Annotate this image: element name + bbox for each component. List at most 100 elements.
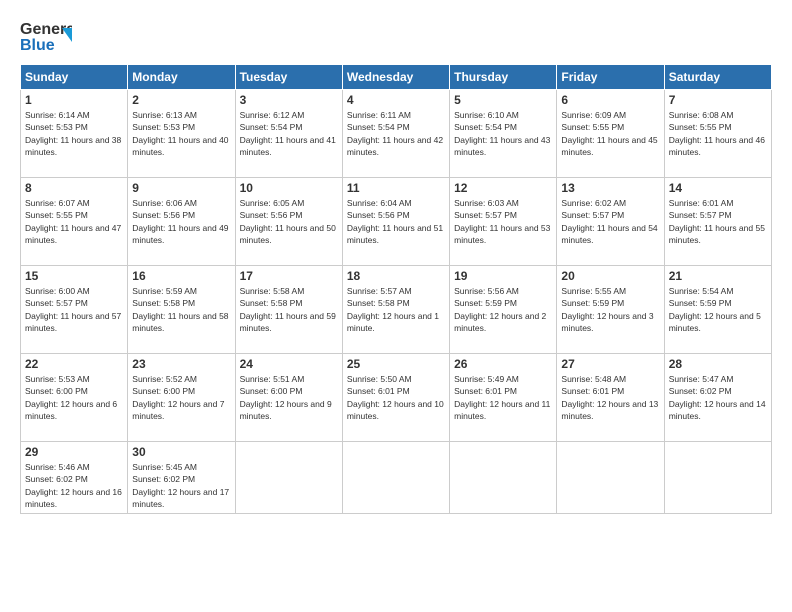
calendar-table: SundayMondayTuesdayWednesdayThursdayFrid… [20, 64, 772, 514]
day-info: Sunrise: 6:10 AMSunset: 5:54 PMDaylight:… [454, 109, 552, 158]
day-number: 8 [25, 181, 123, 195]
day-number: 28 [669, 357, 767, 371]
calendar-cell [664, 442, 771, 514]
day-number: 24 [240, 357, 338, 371]
day-info: Sunrise: 5:47 AMSunset: 6:02 PMDaylight:… [669, 373, 767, 422]
day-number: 3 [240, 93, 338, 107]
calendar-cell: 10 Sunrise: 6:05 AMSunset: 5:56 PMDaylig… [235, 178, 342, 266]
day-number: 7 [669, 93, 767, 107]
calendar-cell: 7 Sunrise: 6:08 AMSunset: 5:55 PMDayligh… [664, 90, 771, 178]
day-number: 11 [347, 181, 445, 195]
day-number: 18 [347, 269, 445, 283]
day-info: Sunrise: 6:14 AMSunset: 5:53 PMDaylight:… [25, 109, 123, 158]
calendar-cell: 15 Sunrise: 6:00 AMSunset: 5:57 PMDaylig… [21, 266, 128, 354]
calendar-cell: 12 Sunrise: 6:03 AMSunset: 5:57 PMDaylig… [450, 178, 557, 266]
weekday-header-sunday: Sunday [21, 65, 128, 90]
day-number: 27 [561, 357, 659, 371]
calendar-cell: 23 Sunrise: 5:52 AMSunset: 6:00 PMDaylig… [128, 354, 235, 442]
calendar-cell: 14 Sunrise: 6:01 AMSunset: 5:57 PMDaylig… [664, 178, 771, 266]
day-info: Sunrise: 5:51 AMSunset: 6:00 PMDaylight:… [240, 373, 338, 422]
day-info: Sunrise: 6:02 AMSunset: 5:57 PMDaylight:… [561, 197, 659, 246]
calendar-cell: 16 Sunrise: 5:59 AMSunset: 5:58 PMDaylig… [128, 266, 235, 354]
day-info: Sunrise: 5:55 AMSunset: 5:59 PMDaylight:… [561, 285, 659, 334]
calendar-cell: 30 Sunrise: 5:45 AMSunset: 6:02 PMDaylig… [128, 442, 235, 514]
day-number: 25 [347, 357, 445, 371]
day-info: Sunrise: 6:12 AMSunset: 5:54 PMDaylight:… [240, 109, 338, 158]
calendar-cell: 5 Sunrise: 6:10 AMSunset: 5:54 PMDayligh… [450, 90, 557, 178]
calendar-cell: 9 Sunrise: 6:06 AMSunset: 5:56 PMDayligh… [128, 178, 235, 266]
day-info: Sunrise: 5:57 AMSunset: 5:58 PMDaylight:… [347, 285, 445, 334]
day-info: Sunrise: 6:09 AMSunset: 5:55 PMDaylight:… [561, 109, 659, 158]
day-info: Sunrise: 6:04 AMSunset: 5:56 PMDaylight:… [347, 197, 445, 246]
day-number: 15 [25, 269, 123, 283]
logo-icon: General Blue [20, 16, 72, 54]
day-info: Sunrise: 6:11 AMSunset: 5:54 PMDaylight:… [347, 109, 445, 158]
page: General Blue SundayMondayTuesdayWednesda… [0, 0, 792, 612]
calendar-cell: 3 Sunrise: 6:12 AMSunset: 5:54 PMDayligh… [235, 90, 342, 178]
calendar-cell: 19 Sunrise: 5:56 AMSunset: 5:59 PMDaylig… [450, 266, 557, 354]
day-info: Sunrise: 6:01 AMSunset: 5:57 PMDaylight:… [669, 197, 767, 246]
calendar-cell: 26 Sunrise: 5:49 AMSunset: 6:01 PMDaylig… [450, 354, 557, 442]
day-info: Sunrise: 5:46 AMSunset: 6:02 PMDaylight:… [25, 461, 123, 510]
day-info: Sunrise: 5:58 AMSunset: 5:58 PMDaylight:… [240, 285, 338, 334]
day-info: Sunrise: 6:06 AMSunset: 5:56 PMDaylight:… [132, 197, 230, 246]
header: General Blue [20, 16, 772, 54]
day-number: 1 [25, 93, 123, 107]
day-info: Sunrise: 6:00 AMSunset: 5:57 PMDaylight:… [25, 285, 123, 334]
day-info: Sunrise: 5:53 AMSunset: 6:00 PMDaylight:… [25, 373, 123, 422]
day-info: Sunrise: 5:54 AMSunset: 5:59 PMDaylight:… [669, 285, 767, 334]
calendar-cell: 13 Sunrise: 6:02 AMSunset: 5:57 PMDaylig… [557, 178, 664, 266]
day-number: 6 [561, 93, 659, 107]
day-number: 17 [240, 269, 338, 283]
day-info: Sunrise: 6:07 AMSunset: 5:55 PMDaylight:… [25, 197, 123, 246]
day-info: Sunrise: 5:52 AMSunset: 6:00 PMDaylight:… [132, 373, 230, 422]
calendar-cell: 21 Sunrise: 5:54 AMSunset: 5:59 PMDaylig… [664, 266, 771, 354]
day-info: Sunrise: 5:56 AMSunset: 5:59 PMDaylight:… [454, 285, 552, 334]
calendar-cell [557, 442, 664, 514]
day-info: Sunrise: 6:05 AMSunset: 5:56 PMDaylight:… [240, 197, 338, 246]
calendar-cell: 24 Sunrise: 5:51 AMSunset: 6:00 PMDaylig… [235, 354, 342, 442]
day-number: 26 [454, 357, 552, 371]
calendar-cell: 25 Sunrise: 5:50 AMSunset: 6:01 PMDaylig… [342, 354, 449, 442]
day-info: Sunrise: 6:08 AMSunset: 5:55 PMDaylight:… [669, 109, 767, 158]
day-number: 30 [132, 445, 230, 459]
day-info: Sunrise: 6:03 AMSunset: 5:57 PMDaylight:… [454, 197, 552, 246]
day-info: Sunrise: 5:59 AMSunset: 5:58 PMDaylight:… [132, 285, 230, 334]
calendar-cell: 11 Sunrise: 6:04 AMSunset: 5:56 PMDaylig… [342, 178, 449, 266]
day-number: 5 [454, 93, 552, 107]
day-info: Sunrise: 5:48 AMSunset: 6:01 PMDaylight:… [561, 373, 659, 422]
calendar-cell: 8 Sunrise: 6:07 AMSunset: 5:55 PMDayligh… [21, 178, 128, 266]
weekday-header-friday: Friday [557, 65, 664, 90]
calendar-cell: 27 Sunrise: 5:48 AMSunset: 6:01 PMDaylig… [557, 354, 664, 442]
calendar-cell: 28 Sunrise: 5:47 AMSunset: 6:02 PMDaylig… [664, 354, 771, 442]
calendar-cell: 29 Sunrise: 5:46 AMSunset: 6:02 PMDaylig… [21, 442, 128, 514]
day-number: 22 [25, 357, 123, 371]
day-number: 2 [132, 93, 230, 107]
day-info: Sunrise: 6:13 AMSunset: 5:53 PMDaylight:… [132, 109, 230, 158]
day-info: Sunrise: 5:49 AMSunset: 6:01 PMDaylight:… [454, 373, 552, 422]
day-number: 20 [561, 269, 659, 283]
calendar-cell: 6 Sunrise: 6:09 AMSunset: 5:55 PMDayligh… [557, 90, 664, 178]
weekday-header-tuesday: Tuesday [235, 65, 342, 90]
weekday-header-thursday: Thursday [450, 65, 557, 90]
calendar-cell [450, 442, 557, 514]
weekday-header-saturday: Saturday [664, 65, 771, 90]
calendar-cell: 18 Sunrise: 5:57 AMSunset: 5:58 PMDaylig… [342, 266, 449, 354]
day-number: 4 [347, 93, 445, 107]
calendar-cell [235, 442, 342, 514]
day-number: 13 [561, 181, 659, 195]
calendar-cell: 22 Sunrise: 5:53 AMSunset: 6:00 PMDaylig… [21, 354, 128, 442]
day-number: 14 [669, 181, 767, 195]
calendar-cell: 17 Sunrise: 5:58 AMSunset: 5:58 PMDaylig… [235, 266, 342, 354]
day-number: 10 [240, 181, 338, 195]
day-number: 19 [454, 269, 552, 283]
logo: General Blue [20, 16, 72, 54]
weekday-header-wednesday: Wednesday [342, 65, 449, 90]
day-number: 29 [25, 445, 123, 459]
svg-text:Blue: Blue [20, 37, 55, 54]
calendar-cell: 1 Sunrise: 6:14 AMSunset: 5:53 PMDayligh… [21, 90, 128, 178]
day-number: 16 [132, 269, 230, 283]
weekday-header-monday: Monday [128, 65, 235, 90]
day-info: Sunrise: 5:45 AMSunset: 6:02 PMDaylight:… [132, 461, 230, 510]
day-number: 12 [454, 181, 552, 195]
